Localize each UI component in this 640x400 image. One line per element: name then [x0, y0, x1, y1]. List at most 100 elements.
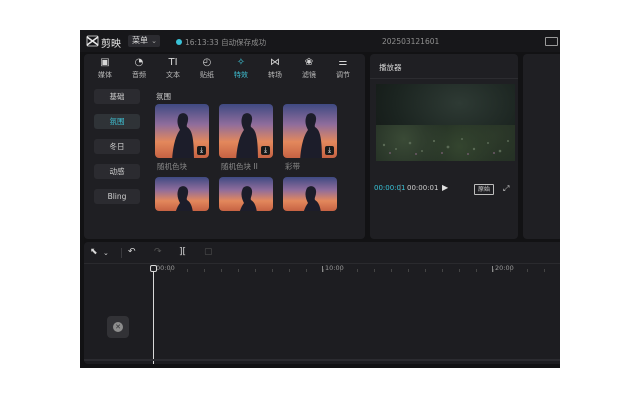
download-icon[interactable]: ⤓	[197, 146, 206, 155]
tab-label: 滤镜	[302, 71, 316, 79]
player-title: 播放器	[379, 63, 402, 72]
tab-label: 转场	[268, 71, 282, 79]
ruler-minor-tick	[391, 269, 392, 272]
keyboard-shortcut-icon[interactable]	[545, 37, 558, 46]
category-item[interactable]: 基础	[94, 89, 140, 104]
category-item[interactable]: 冬日	[94, 139, 140, 154]
tab-audio[interactable]: ◔ 音频	[124, 56, 154, 80]
ruler-minor-tick	[204, 269, 205, 272]
tab-label: 贴纸	[200, 71, 214, 79]
download-icon[interactable]: ⤓	[261, 146, 270, 155]
tab-label: 音频	[132, 71, 146, 79]
resource-tabs: ▣ 媒体 ◔ 音频 TI 文本 ◴ 贴纸 ✧ 特效 ⋈ 转场 ❀ 滤镜 ⚌ 调节	[84, 54, 365, 81]
ruler-minor-tick	[255, 269, 256, 272]
title-bar: 剪映 菜单 ⌄ 16:13:33 自动保存成功 202503121601	[80, 30, 560, 52]
ruler-tick	[492, 266, 493, 272]
effect-thumbnail[interactable]	[219, 177, 273, 211]
tab-label: 媒体	[98, 71, 112, 79]
tab-text[interactable]: TI 文本	[158, 56, 188, 80]
total-timecode: 00:00:01	[407, 184, 439, 192]
aspect-ratio-button[interactable]: 原始	[474, 184, 494, 195]
effect-thumbnail[interactable]: ⤓	[155, 104, 209, 158]
ruler-minor-tick	[527, 269, 528, 272]
ruler-minor-tick	[187, 269, 188, 272]
ruler-minor-tick	[493, 269, 494, 272]
ruler-minor-tick	[425, 269, 426, 272]
effect-label: 随机色块	[157, 162, 187, 171]
tab-adjust[interactable]: ⚌ 调节	[328, 56, 358, 80]
delete-icon[interactable]: ▢	[204, 247, 213, 257]
preview-flowers	[382, 138, 509, 155]
category-item[interactable]: 动感	[94, 164, 140, 179]
effects-icon: ✧	[236, 57, 246, 68]
ruler-minor-tick	[459, 269, 460, 272]
adjust-icon: ⚌	[338, 57, 348, 68]
sticker-icon: ◴	[202, 57, 212, 68]
section-title: 氛围	[156, 92, 171, 101]
tab-sticker[interactable]: ◴ 贴纸	[192, 56, 222, 80]
tab-label: 特效	[234, 71, 248, 79]
ruler-minor-tick	[476, 269, 477, 272]
tool-dropdown-chevron-icon[interactable]: ⌄	[103, 249, 109, 257]
category-item[interactable]: Bling	[94, 189, 140, 204]
fullscreen-icon[interactable]: ⤢	[503, 184, 509, 194]
ruler-minor-tick	[374, 269, 375, 272]
download-icon[interactable]: ⤓	[325, 146, 334, 155]
chevron-down-icon: ⌄	[151, 37, 157, 45]
editor-window: 剪映 菜单 ⌄ 16:13:33 自动保存成功 202503121601 ▣ 媒体…	[80, 30, 560, 368]
playhead-handle[interactable]	[150, 265, 157, 272]
split-icon[interactable]: ][	[179, 247, 186, 257]
ruler-minor-tick	[272, 269, 273, 272]
save-status-icon	[176, 39, 182, 45]
tab-effects[interactable]: ✧ 特效	[226, 56, 256, 80]
undo-icon[interactable]: ↶	[128, 247, 136, 257]
effect-thumbnail[interactable]	[155, 177, 209, 211]
effect-thumbnail[interactable]: ⤓	[219, 104, 273, 158]
tab-label: 文本	[166, 71, 180, 79]
video-preview[interactable]	[376, 84, 515, 161]
media-icon: ▣	[100, 57, 110, 68]
tab-filter[interactable]: ❀ 滤镜	[294, 56, 324, 80]
ruler-minor-tick	[221, 269, 222, 272]
toolbar-divider	[121, 248, 122, 258]
ruler-label: 00:00	[156, 264, 175, 272]
menu-button[interactable]: 菜单 ⌄	[128, 35, 160, 47]
ruler-minor-tick	[238, 269, 239, 272]
playhead[interactable]	[153, 268, 154, 364]
effect-thumbnail[interactable]	[283, 177, 337, 211]
audio-icon: ◔	[134, 57, 144, 68]
timeline-panel: ⬉ ⌄ ↶ ↷ ][ ▢ 00:00 10:00 20:00 ✕	[84, 242, 560, 364]
timeline-scrollbar[interactable]	[84, 359, 560, 361]
tab-label: 调节	[336, 71, 350, 79]
ruler-minor-tick	[408, 269, 409, 272]
effect-label: 彩带	[285, 162, 300, 171]
filter-icon: ❀	[304, 57, 314, 68]
ruler-tick	[322, 266, 323, 272]
effect-label: 随机色块 II	[221, 162, 258, 171]
ruler-minor-tick	[442, 269, 443, 272]
save-status-text: 16:13:33 自动保存成功	[185, 38, 267, 47]
properties-panel	[523, 54, 560, 239]
play-icon[interactable]: ▶	[442, 183, 448, 192]
redo-icon[interactable]: ↷	[154, 247, 162, 257]
timecode-separator: |	[399, 184, 402, 192]
divider	[370, 78, 518, 79]
app-name: 剪映	[101, 39, 121, 50]
category-item[interactable]: 氛围	[94, 114, 140, 129]
app-logo-icon	[86, 35, 99, 47]
tab-transition[interactable]: ⋈ 转场	[260, 56, 290, 80]
project-title: 202503121601	[382, 37, 440, 46]
player-panel: 播放器 00:00:01 | 00:00:01 ▶ 原始 ⤢	[370, 54, 518, 239]
effect-thumbnail[interactable]: ⤓	[283, 104, 337, 158]
select-tool-icon[interactable]: ⬉	[90, 247, 98, 257]
ruler-label: 20:00	[495, 264, 514, 272]
tab-media[interactable]: ▣ 媒体	[90, 56, 120, 80]
timeline-toolbar: ⬉ ⌄ ↶ ↷ ][ ▢	[84, 242, 560, 264]
track-cover-button[interactable]: ✕	[107, 316, 129, 338]
close-circle-icon: ✕	[113, 322, 123, 332]
ruler-minor-tick	[357, 269, 358, 272]
text-icon: TI	[168, 57, 178, 68]
menu-label: 菜单	[132, 36, 148, 45]
ruler-minor-tick	[544, 269, 545, 272]
transition-icon: ⋈	[270, 57, 280, 68]
